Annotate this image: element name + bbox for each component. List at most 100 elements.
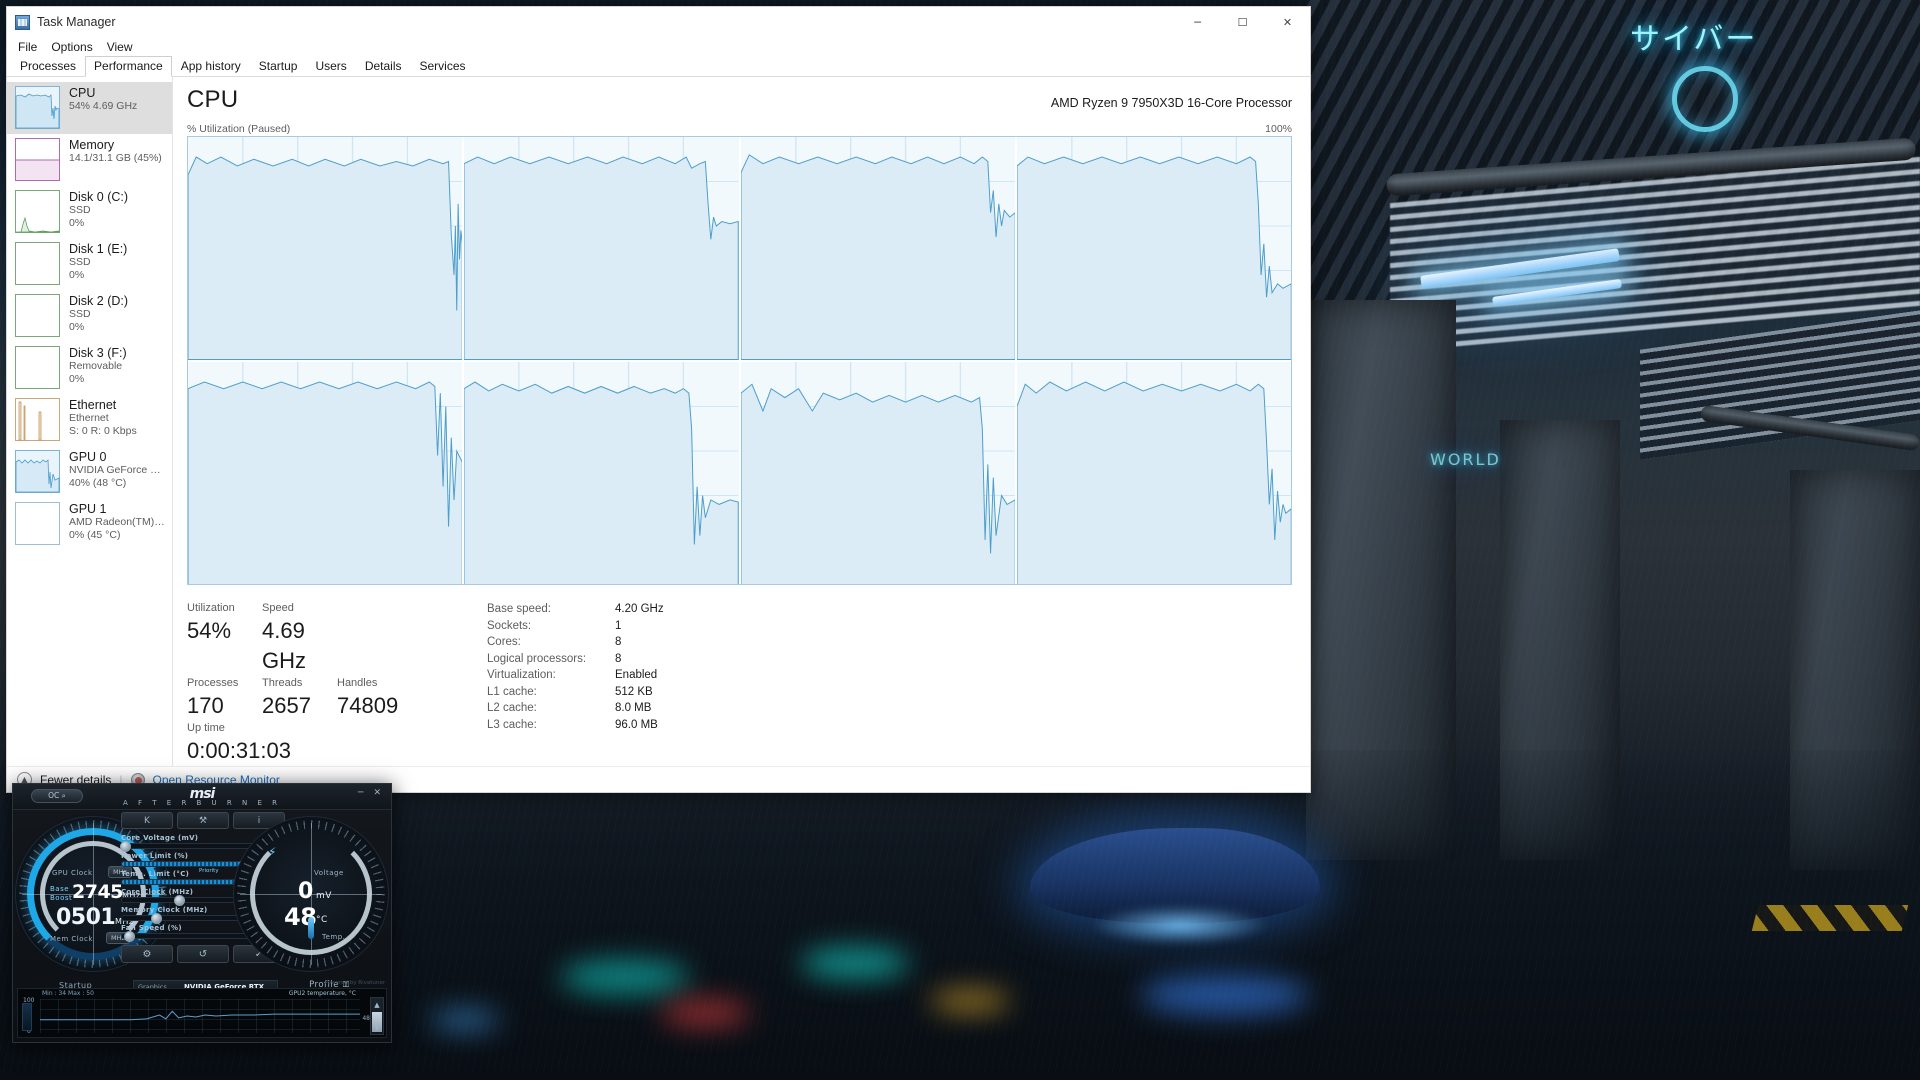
- stat-processes-label: Processes: [187, 677, 239, 689]
- minimize-button[interactable]: ─: [1175, 7, 1220, 37]
- sidebar-item-disk-2[interactable]: Disk 2 (D:) SSD 0%: [7, 290, 172, 342]
- scroll-up-icon[interactable]: ▲: [371, 998, 383, 1011]
- sidebar-item-gpu-1[interactable]: GPU 1 AMD Radeon(TM) Gra... 0% (45 °C): [7, 498, 172, 550]
- tab-app-history[interactable]: App history: [172, 56, 250, 77]
- stats-row-2: Processes 170 Threads 2657 Handles 74809: [187, 676, 487, 721]
- oc-scanner-button[interactable]: OC ⌕: [31, 789, 83, 803]
- detail-sockets-label: Sockets:: [487, 619, 532, 632]
- cpu-core-graph-6: [740, 361, 1015, 584]
- stat-handles-value: 74809: [337, 693, 399, 718]
- afterburner-minimize-button[interactable]: ─: [358, 788, 363, 798]
- detail-base-speed-value: 4.20 GHz: [615, 603, 664, 615]
- slider-core-clock-knob[interactable]: [173, 895, 185, 906]
- cpu-core-graph-7: [1016, 361, 1291, 584]
- tab-users[interactable]: Users: [306, 56, 355, 77]
- stat-handles: Handles 74809: [337, 676, 432, 721]
- voltage-temp-dial: ⚡ Voltage 0 mV 48 °C Temp.: [233, 816, 389, 972]
- sidebar-item-gpu-1-text: GPU 1 AMD Radeon(TM) Gra... 0% (45 °C): [69, 502, 166, 541]
- menu-file[interactable]: File: [11, 39, 44, 55]
- detail-sockets-value: 1: [615, 619, 622, 632]
- cpu-core-graph-3: [1016, 137, 1291, 360]
- sidebar-item-cpu[interactable]: CPU 54% 4.69 GHz: [7, 82, 172, 134]
- sidebar-item-gpu-1-model: AMD Radeon(TM) Gra...: [69, 516, 166, 528]
- taskbar[interactable]: [0, 1072, 1920, 1080]
- afterburner-toolbar: K ⚒ i: [121, 812, 285, 829]
- stat-threads-value: 2657: [262, 693, 311, 718]
- graph-min-max: Min : 34 Max : 50: [42, 990, 94, 997]
- task-manager-icon: [15, 14, 30, 30]
- sidebar-item-gpu-0-name: GPU 0: [69, 450, 107, 464]
- settings-gear-button[interactable]: ⚙: [121, 945, 173, 963]
- slider-memory-clock-knob[interactable]: [151, 913, 163, 924]
- disk0-thumbnail-graph: [15, 190, 60, 233]
- settings-tool-button[interactable]: ⚒: [177, 812, 229, 829]
- task-manager-window[interactable]: Task Manager ─ ☐ ✕ File Options View Pro…: [6, 6, 1311, 793]
- close-button[interactable]: ✕: [1265, 7, 1310, 37]
- msi-afterburner-window[interactable]: OC ⌕ msi A F T E R B U R N E R ─ ✕ GPU C…: [12, 783, 392, 1043]
- window-titlebar[interactable]: Task Manager ─ ☐ ✕: [7, 7, 1310, 37]
- stat-uptime: Up time 0:00:31:03: [187, 721, 291, 766]
- detail-l3-cache-value: 96.0 MB: [615, 718, 658, 731]
- resource-sidebar[interactable]: CPU 54% 4.69 GHz Memory 14.1/31.1 GB (45…: [7, 77, 173, 766]
- detail-virtualization: Virtualization: Enabled: [487, 667, 664, 684]
- sidebar-item-gpu-0[interactable]: GPU 0 NVIDIA GeForce RTX ... 40% (48 °C): [7, 446, 172, 498]
- graph-y-max: 100%: [1265, 123, 1292, 135]
- afterburner-titlebar[interactable]: OC ⌕ msi A F T E R B U R N E R ─ ✕: [13, 784, 391, 810]
- sidebar-item-cpu-sub: 54% 4.69 GHz: [69, 100, 138, 112]
- afterburner-close-button[interactable]: ✕: [373, 788, 381, 798]
- detail-base-speed: Base speed: 4.20 GHz: [487, 601, 664, 618]
- sidebar-item-disk-1[interactable]: Disk 1 (E:) SSD 0%: [7, 238, 172, 290]
- slider-core-voltage-knob[interactable]: [120, 841, 131, 852]
- voltage-title: Voltage: [314, 869, 344, 877]
- gpu0-thumbnail-graph: [15, 450, 60, 493]
- kboost-button[interactable]: K: [121, 812, 173, 829]
- slider-fan-speed-knob[interactable]: [123, 931, 135, 942]
- sidebar-item-disk-3[interactable]: Disk 3 (F:) Removable 0%: [7, 342, 172, 394]
- sidebar-item-cpu-text: CPU 54% 4.69 GHz: [69, 86, 137, 113]
- tab-startup[interactable]: Startup: [250, 56, 307, 77]
- window-body: CPU 54% 4.69 GHz Memory 14.1/31.1 GB (45…: [7, 77, 1310, 766]
- disk3-thumbnail-graph: [15, 346, 60, 389]
- sidebar-item-disk-1-usage: 0%: [69, 268, 85, 281]
- maximize-button[interactable]: ☐: [1220, 7, 1265, 37]
- monitoring-graph[interactable]: Min : 34 Max : 50 GPU2 temperature, °C 1…: [17, 988, 387, 1038]
- sidebar-item-disk-3-text: Disk 3 (F:) Removable 0%: [69, 346, 127, 385]
- tab-processes[interactable]: Processes: [11, 56, 85, 77]
- stats-row-3: Up time 0:00:31:03: [187, 721, 487, 766]
- memory-thumbnail-graph: [15, 138, 60, 181]
- menu-options[interactable]: Options: [44, 39, 99, 55]
- voltage-value: 0: [298, 879, 313, 904]
- reset-button[interactable]: ↺: [177, 945, 229, 963]
- graph-left-slider[interactable]: [22, 1003, 32, 1031]
- sidebar-item-disk-0[interactable]: Disk 0 (C:) SSD 0%: [7, 186, 172, 238]
- ethernet-thumbnail-graph: [15, 398, 60, 441]
- graph-scrollbar[interactable]: ▲ ▼: [370, 997, 384, 1035]
- cpu-detail-panel: CPU AMD Ryzen 9 7950X3D 16-Core Processo…: [173, 77, 1310, 766]
- lightning-icon: ⚡: [268, 845, 277, 859]
- sidebar-item-memory[interactable]: Memory 14.1/31.1 GB (45%): [7, 134, 172, 186]
- sidebar-item-cpu-name: CPU: [69, 86, 96, 100]
- menu-view[interactable]: View: [100, 39, 140, 55]
- tab-performance[interactable]: Performance: [85, 56, 172, 77]
- graph-title: GPU2 temperature, °C: [288, 990, 356, 997]
- logical-processor-graphs[interactable]: [187, 136, 1292, 585]
- detail-l3-cache: L3 cache: 96.0 MB: [487, 717, 664, 734]
- sidebar-item-ethernet-name: Ethernet: [69, 398, 117, 412]
- tab-services[interactable]: Services: [411, 56, 475, 77]
- cpu-thumbnail-graph: [15, 86, 60, 129]
- disk1-thumbnail-graph: [15, 242, 60, 285]
- sidebar-item-gpu-0-text: GPU 0 NVIDIA GeForce RTX ... 40% (48 °C): [69, 450, 166, 489]
- sidebar-item-gpu-0-model: NVIDIA GeForce RTX ...: [69, 464, 166, 476]
- sidebar-item-disk-2-usage: 0%: [69, 320, 85, 333]
- sidebar-item-ethernet[interactable]: Ethernet Ethernet S: 0 R: 0 Kbps: [7, 394, 172, 446]
- tab-details[interactable]: Details: [356, 56, 411, 77]
- detail-virtualization-value: Enabled: [615, 669, 658, 681]
- slider-temp-limit-priority-badge: Priority: [199, 868, 219, 874]
- detail-l2-cache-label: L2 cache:: [487, 702, 537, 714]
- scroll-down-icon[interactable]: ▼: [371, 1021, 383, 1034]
- stats-row-1: Utilization 54% Speed 4.69 GHz: [187, 601, 487, 676]
- detail-l1-cache: L1 cache: 512 KB: [487, 684, 664, 701]
- slider-temp-limit-fill: [122, 880, 249, 884]
- stat-processes: Processes 170: [187, 676, 262, 721]
- cpu-core-graph-5: [464, 361, 739, 584]
